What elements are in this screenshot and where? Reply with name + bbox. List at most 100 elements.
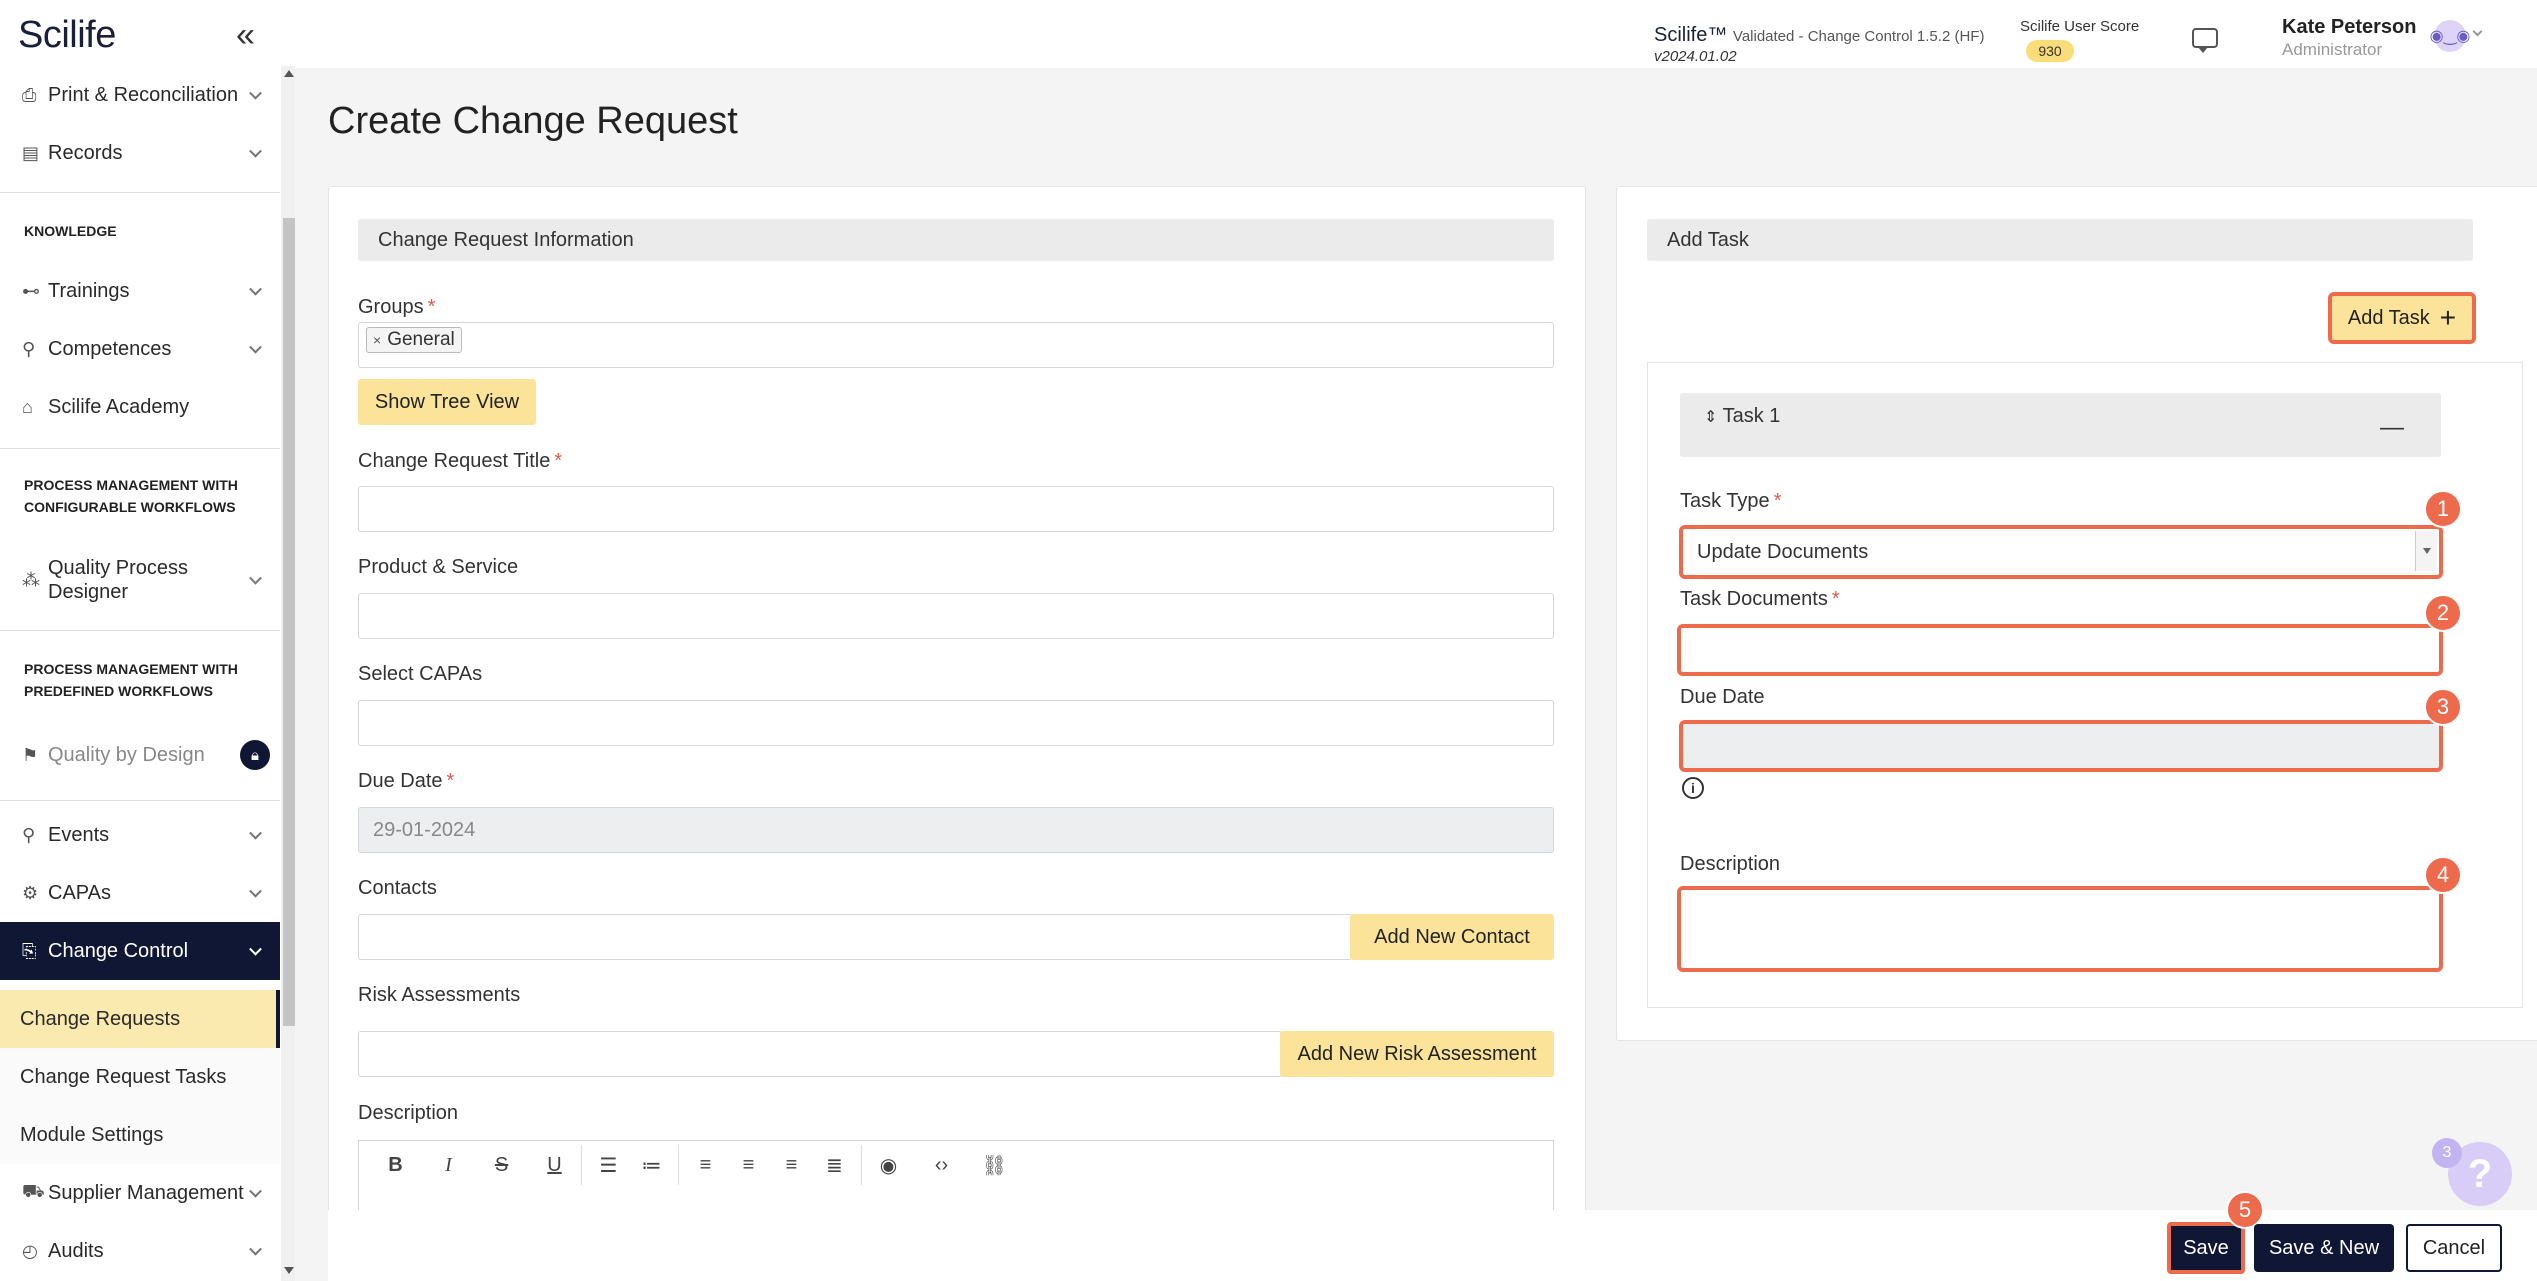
cancel-button[interactable]: Cancel	[2406, 1224, 2502, 1272]
capas-label: Select CAPAs	[358, 663, 483, 685]
sidebar-item-audits[interactable]: ◴ Audits	[0, 1222, 280, 1280]
capas-icon: ⚙	[22, 882, 39, 903]
product-version: v2024.01.02	[1654, 48, 1737, 65]
chevron-down-icon	[249, 340, 262, 354]
chevron-down-icon	[249, 571, 262, 585]
align-justify-icon[interactable]: ≣	[808, 1145, 861, 1185]
task-documents-input[interactable]	[1677, 624, 2443, 676]
code-icon[interactable]: ‹›	[915, 1145, 968, 1185]
add-new-risk-button[interactable]: Add New Risk Assessment	[1280, 1031, 1554, 1077]
task-description-textarea[interactable]	[1677, 886, 2443, 972]
section-configurable: PROCESS MANAGEMENT WITH CONFIGURABLE WOR…	[24, 477, 238, 515]
chevron-down-icon	[249, 942, 262, 956]
add-task-button[interactable]: Add Task +	[2328, 292, 2476, 344]
sidebar-item-academy[interactable]: ⌂ Scilife Academy	[0, 378, 280, 436]
preview-eye-icon[interactable]: ◉	[862, 1145, 915, 1185]
show-tree-view-button[interactable]: Show Tree View	[358, 379, 536, 425]
section-predefined: PROCESS MANAGEMENT WITH PREDEFINED WORKF…	[24, 661, 238, 699]
avatar[interactable]: ◉‿◉	[2430, 20, 2470, 52]
sidebar-item-change-control[interactable]: ⎘ Change Control	[0, 922, 280, 980]
sidebar-item-competences[interactable]: ⚲ Competences	[0, 320, 280, 378]
capas-input[interactable]	[358, 700, 1554, 746]
user-score-label: Scilife User Score	[2020, 18, 2140, 35]
user-role: Administrator	[2282, 40, 2383, 59]
dropdown-arrow-icon[interactable]	[2415, 531, 2437, 571]
collapse-sidebar-icon[interactable]: «	[236, 16, 255, 55]
save-and-new-button[interactable]: Save & New	[2254, 1224, 2394, 1272]
sidebar-item-qbd[interactable]: ⚑ Quality by Design 🔒︎	[0, 726, 280, 784]
lock-icon: 🔒︎	[240, 740, 270, 770]
task-due-date-input[interactable]	[1679, 720, 2443, 772]
scroll-down-icon[interactable]	[284, 1267, 294, 1274]
group-tag[interactable]: × General	[366, 327, 462, 353]
chat-icon[interactable]	[2192, 28, 2218, 53]
sidebar-item-supplier[interactable]: ⛟ Supplier Management	[0, 1164, 280, 1222]
info-icon[interactable]: i	[1682, 777, 1704, 799]
scroll-up-icon[interactable]	[284, 70, 294, 77]
records-icon: ▤	[22, 142, 40, 163]
sidebar-item-qpd[interactable]: ⁂ Quality Process Designer	[0, 552, 280, 608]
collapse-task-icon[interactable]: —	[2380, 414, 2404, 442]
task-type-select[interactable]: Update Documents	[1679, 525, 2443, 579]
step-badge-4: 4	[2424, 856, 2462, 894]
divider	[0, 800, 280, 801]
graduation-cap-icon: ⌂	[22, 396, 33, 417]
sidebar-item-capas[interactable]: ⚙ CAPAs	[0, 864, 280, 922]
chevron-down-icon	[249, 1242, 262, 1256]
sidebar-item-trainings[interactable]: ⊷ Trainings	[0, 262, 280, 320]
page-title: Create Change Request	[328, 100, 738, 142]
title-input[interactable]	[358, 486, 1554, 532]
task-header[interactable]	[1680, 393, 2441, 457]
strikethrough-icon[interactable]: S	[475, 1145, 528, 1185]
user-name[interactable]: Kate Peterson	[2282, 16, 2417, 39]
task-type-label: Task Type *	[1680, 490, 1782, 512]
save-button[interactable]: Save	[2167, 1222, 2245, 1274]
link-icon[interactable]: ⛓	[968, 1145, 1021, 1185]
underline-icon[interactable]: U	[528, 1145, 581, 1185]
risk-label: Risk Assessments	[358, 984, 521, 1006]
signpost-icon: ⚑	[22, 744, 39, 765]
chevron-down-icon	[249, 282, 262, 296]
chevron-down-icon	[249, 826, 262, 840]
add-task-header: Add Task	[1647, 219, 2473, 261]
sidebar-item-events[interactable]: ⚲ Events	[0, 806, 280, 864]
help-count-badge: 3	[2432, 1138, 2462, 1168]
description-label: Description	[358, 1102, 459, 1124]
task-due-date-label: Due Date	[1680, 686, 1765, 708]
step-badge-3: 3	[2424, 688, 2462, 726]
sidebar-subitem-change-request-tasks[interactable]: Change Request Tasks	[0, 1048, 280, 1106]
sidebar-item-records[interactable]: ▤ Records	[0, 124, 280, 182]
sidebar-scroll-thumb[interactable]	[283, 218, 295, 1026]
task-title: ⇕ Task 1	[1704, 405, 1781, 427]
dumbbell-icon: ⊷	[22, 280, 40, 301]
product-status: Scilife™ Validated - Change Control 1.5.…	[1654, 24, 1985, 46]
add-new-contact-button[interactable]: Add New Contact	[1350, 914, 1554, 960]
divider	[0, 630, 280, 631]
sidebar: Scilife « ⎙ Print & Reconciliation ▤ Recor…	[0, 0, 295, 1281]
italic-icon[interactable]: I	[422, 1145, 475, 1185]
groups-field[interactable]	[358, 322, 1554, 368]
risk-input[interactable]	[358, 1031, 1282, 1077]
chevron-down-icon	[249, 884, 262, 898]
sidebar-subitem-module-settings[interactable]: Module Settings	[0, 1106, 280, 1164]
due-date-input: 29-01-2024	[358, 807, 1554, 853]
scilife-logo: Scilife	[18, 14, 116, 56]
description-editor[interactable]	[358, 1189, 1554, 1211]
contacts-label: Contacts	[358, 877, 437, 899]
numbered-list-icon[interactable]: ≔	[625, 1145, 678, 1185]
step-badge-2: 2	[2424, 594, 2462, 632]
contacts-input[interactable]	[358, 914, 1352, 960]
sort-icon[interactable]: ⇕	[1704, 409, 1717, 426]
sidebar-subitem-change-requests[interactable]: Change Requests	[0, 990, 280, 1048]
product-input[interactable]	[358, 593, 1554, 639]
divider	[0, 448, 280, 449]
remove-tag-icon[interactable]: ×	[373, 332, 381, 348]
chevron-down-icon	[249, 1184, 262, 1198]
bold-icon[interactable]: B	[369, 1145, 422, 1185]
sidebar-item-print[interactable]: ⎙ Print & Reconciliation	[0, 66, 280, 124]
change-control-icon: ⎘	[22, 940, 37, 961]
chevron-down-icon	[249, 86, 262, 100]
section-knowledge: KNOWLEDGE	[24, 223, 117, 239]
due-date-label: Due Date *	[358, 770, 455, 792]
user-score-badge: 930	[2026, 40, 2074, 62]
